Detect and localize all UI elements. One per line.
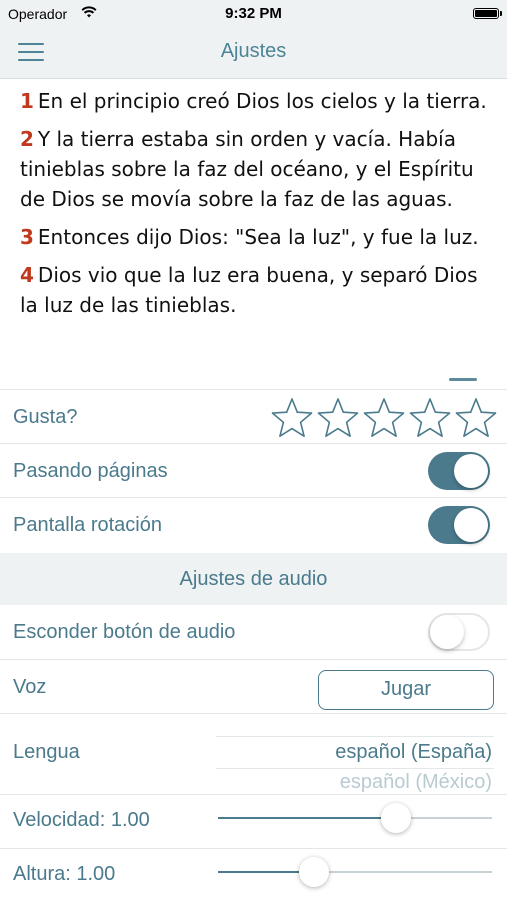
- clock: 9:32 PM: [225, 5, 282, 22]
- star-icon[interactable]: [271, 397, 313, 439]
- pitch-label: Altura: 1.00: [13, 863, 116, 885]
- language-row: Lengua español (España) español (México): [0, 714, 507, 794]
- hide-audio-label: Esconder botón de audio: [13, 621, 236, 643]
- language-option[interactable]: español (México): [340, 771, 492, 794]
- verse-preview: 1 En el principio creó Dios los cielos y …: [0, 80, 507, 382]
- language-label: Lengua: [13, 741, 80, 763]
- page-title: Ajustes: [220, 40, 287, 62]
- verse: 3 Entonces dijo Dios: "Sea la luz", y fue…: [20, 222, 487, 252]
- speed-row: Velocidad: 1.00: [0, 795, 507, 848]
- pitch-row: Altura: 1.00: [0, 849, 507, 900]
- rotation-toggle[interactable]: [428, 506, 490, 544]
- language-option-selected[interactable]: español (España): [335, 741, 492, 764]
- verse-number: 4: [20, 263, 34, 287]
- verse-number: 3: [20, 225, 34, 249]
- rotation-label: Pantalla rotación: [13, 514, 162, 536]
- rotation-row: Pantalla rotación: [0, 498, 507, 552]
- verse: 4 Dios vio que la luz era buena, y separó…: [20, 260, 487, 320]
- voice-label: Voz: [13, 676, 47, 698]
- verse: 2Y la tierra estaba sin orden y vacía. H…: [20, 124, 487, 214]
- play-button[interactable]: Jugar: [318, 670, 494, 710]
- page-turn-label: Pasando páginas: [13, 460, 168, 482]
- language-picker[interactable]: español (España) español (México): [216, 714, 494, 794]
- speed-label: Velocidad: 1.00: [13, 809, 150, 831]
- verse-text: Entonces dijo Dios: "Sea la luz", y fue …: [37, 225, 479, 249]
- hide-audio-row: Esconder botón de audio: [0, 605, 507, 658]
- rating-label: Gusta?: [13, 406, 78, 428]
- scroll-indicator[interactable]: [449, 378, 477, 381]
- battery-icon: [473, 8, 502, 19]
- verse-number: 1: [20, 89, 34, 113]
- page-turn-toggle[interactable]: [428, 452, 490, 490]
- verse-text: Y la tierra estaba sin orden y vacía. Ha…: [20, 127, 474, 211]
- hide-audio-toggle[interactable]: [428, 613, 490, 651]
- star-icon[interactable]: [363, 397, 405, 439]
- verse: 1 En el principio creó Dios los cielos y …: [20, 86, 487, 116]
- status-bar: Operador 9:32 PM: [0, 0, 507, 26]
- speed-slider[interactable]: [218, 801, 492, 835]
- star-icon[interactable]: [317, 397, 359, 439]
- rating-stars: [271, 397, 497, 439]
- verse-text: En el principio creó Dios los cielos y l…: [37, 89, 487, 113]
- pitch-slider[interactable]: [218, 855, 492, 889]
- audio-section-header: Ajustes de audio: [0, 553, 507, 605]
- verse-number: 2: [20, 127, 34, 151]
- slider-thumb[interactable]: [298, 857, 329, 887]
- page-turn-row: Pasando páginas: [0, 444, 507, 497]
- verse-text: Dios vio que la luz era buena, y separó …: [20, 263, 478, 317]
- slider-thumb[interactable]: [381, 803, 412, 833]
- star-icon[interactable]: [409, 397, 451, 439]
- nav-bar: Ajustes: [0, 26, 507, 79]
- rating-row: Gusta?: [0, 390, 507, 443]
- voice-row: Voz Jugar: [0, 660, 507, 713]
- star-icon[interactable]: [455, 397, 497, 439]
